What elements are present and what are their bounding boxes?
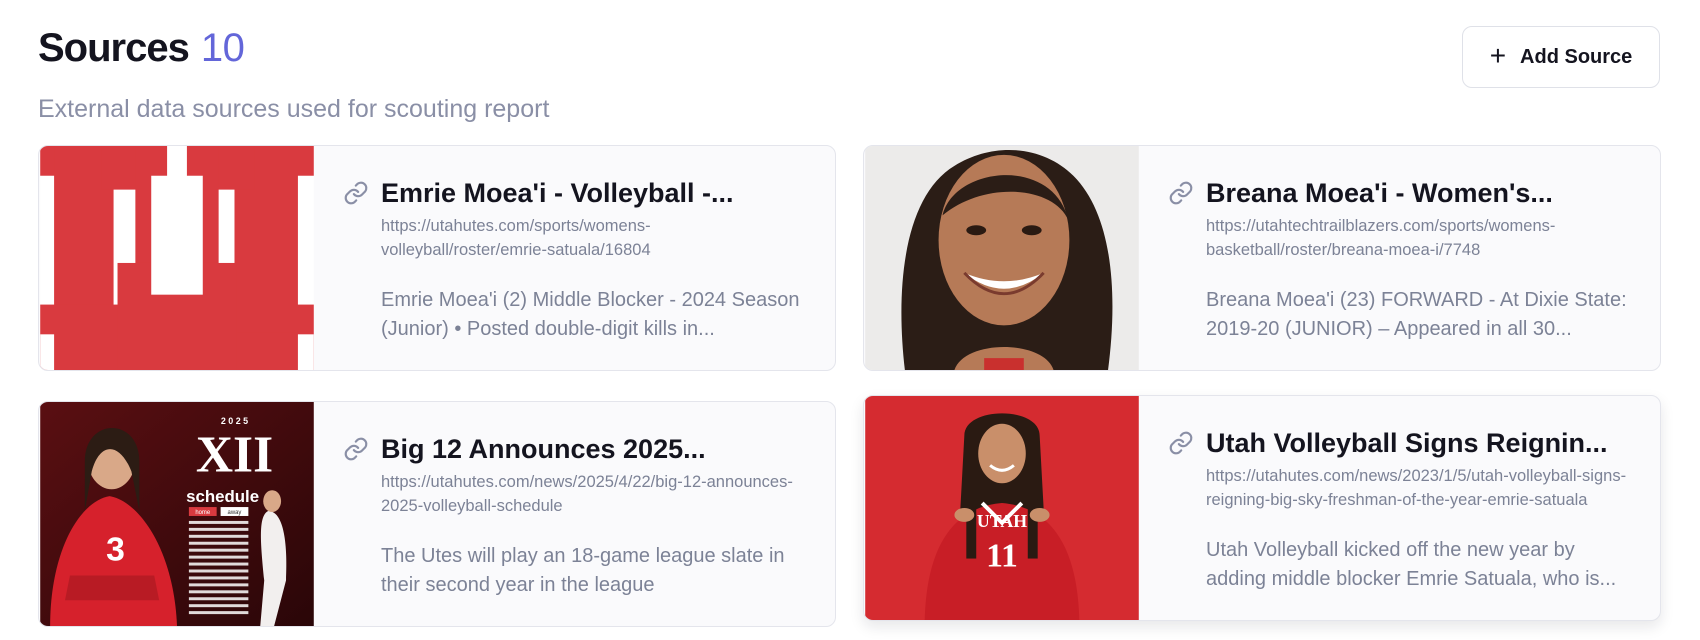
source-card[interactable]: Emrie Moea'i - Volleyball -... https://u… — [38, 145, 836, 371]
big12-logo: XII — [196, 426, 273, 483]
schedule-graphic: 2 0 2 5 XII schedule home away 3 — [40, 402, 314, 626]
card-content: Emrie Moea'i - Volleyball -... https://u… — [315, 146, 835, 370]
title-row: Sources 10 — [38, 26, 549, 71]
schedule-year: 2 0 2 5 — [221, 416, 248, 426]
jersey-thumbnail: UTAH 11 — [864, 396, 1140, 620]
utah-block-u-logo — [40, 146, 314, 370]
source-card[interactable]: UTAH 11 Utah Volleyball Signs Reignin...… — [863, 395, 1661, 621]
home-label: home — [195, 510, 211, 516]
card-title[interactable]: Breana Moea'i - Women's... — [1206, 176, 1634, 210]
card-url[interactable]: https://utahutes.com/news/2025/4/22/big-… — [381, 470, 809, 518]
schedule-heading: schedule — [186, 487, 259, 506]
card-content: Big 12 Announces 2025... https://utahute… — [315, 402, 835, 626]
jersey-number: 11 — [986, 537, 1018, 574]
link-icon — [1169, 181, 1193, 205]
card-url[interactable]: https://utahtechtrailblazers.com/sports/… — [1206, 214, 1634, 262]
jersey-number: 3 — [106, 532, 125, 569]
page-title: Sources — [38, 26, 190, 70]
add-source-label: Add Source — [1520, 45, 1633, 68]
card-description: Utah Volleyball kicked off the new year … — [1206, 539, 1617, 590]
card-url[interactable]: https://utahutes.com/news/2023/1/5/utah-… — [1206, 464, 1634, 512]
player-jersey-photo: UTAH 11 — [865, 396, 1139, 620]
card-content: Breana Moea'i - Women's... https://utaht… — [1140, 146, 1660, 370]
sources-header: Sources 10 External data sources used fo… — [38, 26, 549, 124]
card-description: The Utes will play an 18-game league sla… — [381, 545, 785, 596]
schedule-thumbnail: 2 0 2 5 XII schedule home away 3 — [39, 402, 315, 626]
link-icon — [344, 181, 368, 205]
card-title[interactable]: Emrie Moea'i - Volleyball -... — [381, 176, 809, 210]
sources-count: 10 — [200, 26, 245, 70]
card-content: Utah Volleyball Signs Reignin... https:/… — [1140, 396, 1660, 620]
headshot-thumbnail — [864, 146, 1140, 370]
link-icon — [1169, 431, 1193, 455]
utah-logo-thumbnail — [39, 146, 315, 370]
card-title[interactable]: Utah Volleyball Signs Reignin... — [1206, 426, 1634, 460]
page-subtitle: External data sources used for scouting … — [38, 95, 550, 123]
card-title[interactable]: Big 12 Announces 2025... — [381, 432, 809, 466]
away-label: away — [228, 510, 242, 516]
add-source-button[interactable]: + Add Source — [1462, 26, 1660, 88]
player-headshot-photo — [865, 146, 1139, 370]
card-description: Breana Moea'i (23) FORWARD - At Dixie St… — [1206, 289, 1627, 340]
card-description: Emrie Moea'i (2) Middle Blocker - 2024 S… — [381, 289, 800, 340]
source-card[interactable]: Breana Moea'i - Women's... https://utaht… — [863, 145, 1661, 371]
sources-page: Sources 10 External data sources used fo… — [0, 0, 1700, 640]
plus-icon: + — [1489, 39, 1507, 71]
jersey-name: UTAH — [977, 511, 1027, 531]
link-icon — [344, 437, 368, 461]
source-card[interactable]: 2 0 2 5 XII schedule home away 3 Big 12 … — [38, 401, 836, 627]
card-url[interactable]: https://utahutes.com/sports/womens-volle… — [381, 214, 809, 262]
